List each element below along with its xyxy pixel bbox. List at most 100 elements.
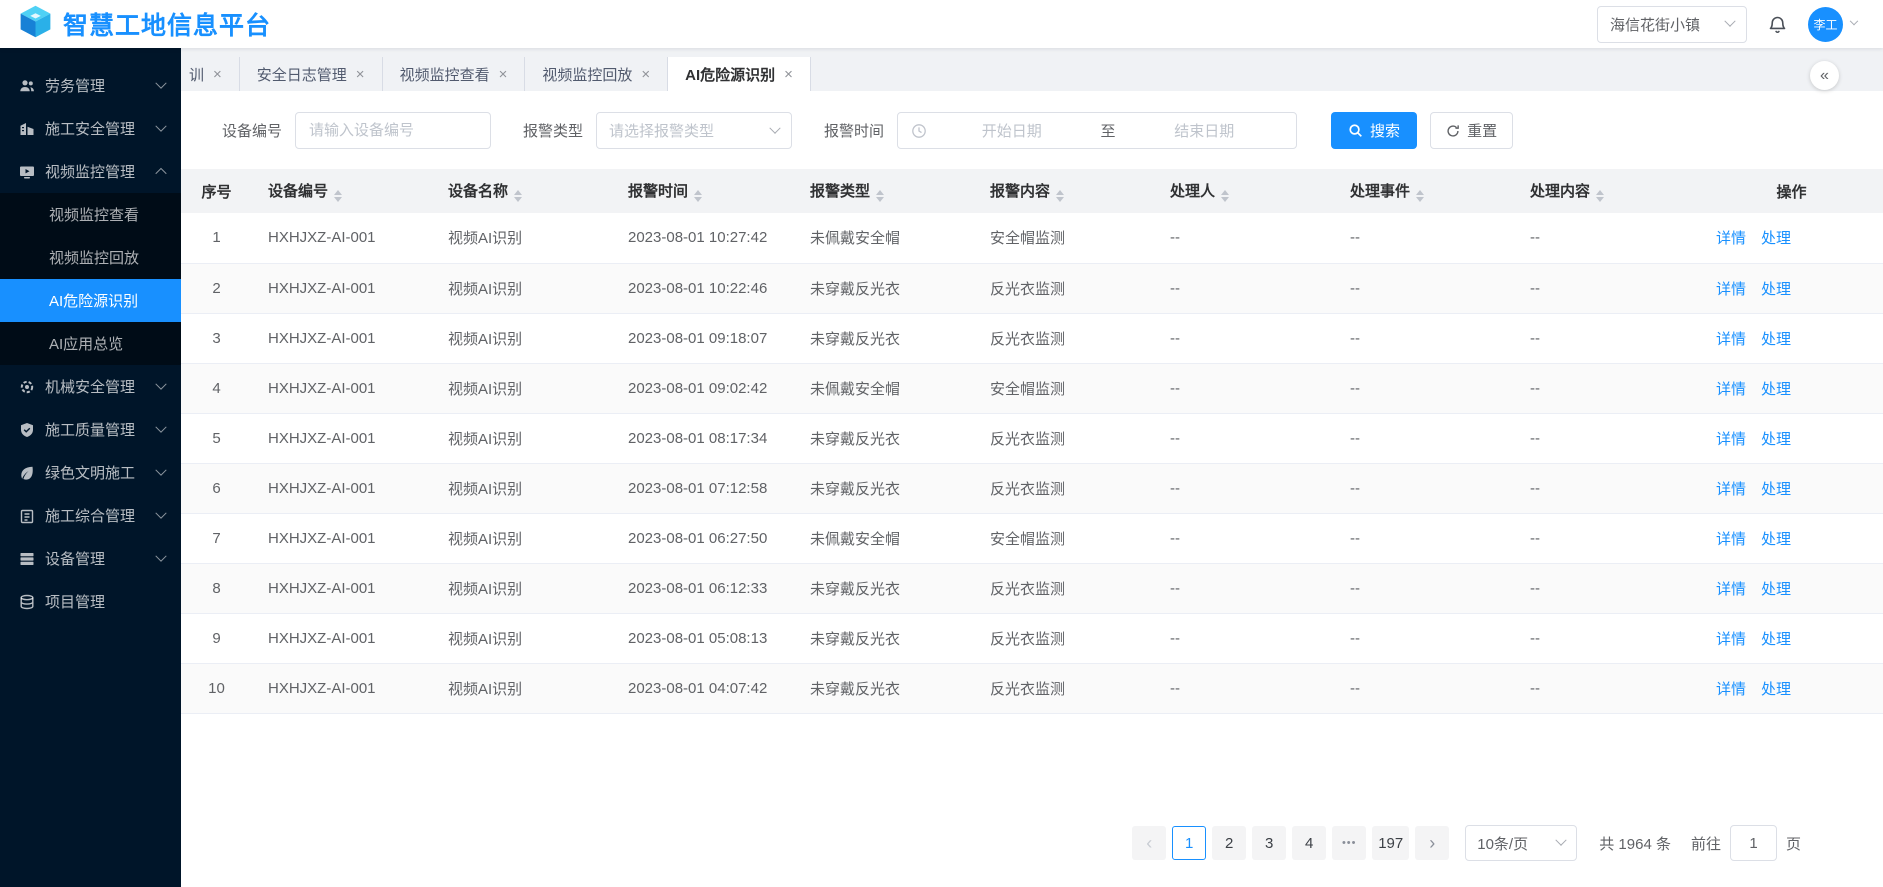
more-pages-icon[interactable]: ••• — [1332, 826, 1367, 860]
col-device-name[interactable]: 设备名称 — [432, 169, 612, 213]
page-size-select[interactable]: 10条/页 — [1465, 825, 1578, 861]
sidebar-item-quality-management[interactable]: 施工质量管理 — [0, 408, 181, 451]
alarm-time-label: 报警时间 — [824, 123, 885, 140]
tab-label: 安全日志管理 — [256, 66, 347, 84]
cell-handle-content: -- — [1514, 413, 1700, 464]
handle-link[interactable]: 处理 — [1761, 281, 1791, 298]
detail-link[interactable]: 详情 — [1716, 531, 1746, 548]
handle-link[interactable]: 处理 — [1761, 581, 1791, 598]
sort-icon[interactable] — [1056, 190, 1065, 202]
reset-button[interactable]: 重置 — [1430, 112, 1514, 149]
sidebar-subitem-ai-hazard-recognition[interactable]: AI危险源识别 — [0, 279, 181, 322]
tab-training[interactable]: 训 × — [181, 57, 240, 91]
page-button-2[interactable]: 2 — [1212, 826, 1247, 860]
sort-icon[interactable] — [334, 190, 343, 202]
col-alarm-time[interactable]: 报警时间 — [612, 169, 794, 213]
safety-icon — [19, 121, 35, 137]
detail-link[interactable]: 详情 — [1716, 230, 1746, 247]
handle-link[interactable]: 处理 — [1761, 331, 1791, 348]
video-monitoring-submenu: 视频监控查看 视频监控回放 AI危险源识别 AI应用总览 — [0, 193, 181, 365]
detail-link[interactable]: 详情 — [1716, 581, 1746, 598]
detail-link[interactable]: 详情 — [1716, 381, 1746, 398]
device-no-input[interactable] — [295, 112, 492, 149]
tab-video-playback[interactable]: 视频监控回放 × — [525, 57, 669, 91]
sidebar-subitem-video-playback[interactable]: 视频监控回放 — [0, 236, 181, 279]
detail-link[interactable]: 详情 — [1716, 331, 1746, 348]
tab-safety-log[interactable]: 安全日志管理 × — [239, 57, 383, 91]
handle-link[interactable]: 处理 — [1761, 381, 1791, 398]
chevron-down-icon — [155, 507, 167, 519]
col-alarm-content[interactable]: 报警内容 — [974, 169, 1154, 213]
page-button-3[interactable]: 3 — [1252, 826, 1287, 860]
cell-handler: -- — [1154, 213, 1334, 264]
page-button-197[interactable]: 197 — [1372, 826, 1410, 860]
alarm-type-select[interactable]: 请选择报警类型 — [596, 112, 793, 149]
sort-icon[interactable] — [1596, 190, 1605, 202]
detail-link[interactable]: 详情 — [1716, 281, 1746, 298]
detail-link[interactable]: 详情 — [1716, 681, 1746, 698]
cell-alarm-type: 未佩戴安全帽 — [794, 213, 974, 264]
cell-handle-content: -- — [1514, 263, 1700, 314]
page-button-1[interactable]: 1 — [1172, 826, 1207, 860]
close-icon[interactable]: × — [641, 67, 650, 82]
cell-index: 1 — [181, 213, 252, 264]
sidebar-item-comprehensive-management[interactable]: 施工综合管理 — [0, 494, 181, 537]
close-icon[interactable]: × — [784, 67, 793, 82]
cell-alarm-time: 2023-08-01 10:27:42 — [612, 213, 794, 264]
collapse-tabs-button[interactable]: « — [1810, 61, 1839, 90]
handle-link[interactable]: 处理 — [1761, 481, 1791, 498]
cell-alarm-content: 反光衣监测 — [974, 463, 1154, 514]
sidebar-item-labor-management[interactable]: 劳务管理 — [0, 64, 181, 107]
sidebar-item-machinery-safety[interactable]: 机械安全管理 — [0, 365, 181, 408]
detail-link[interactable]: 详情 — [1716, 431, 1746, 448]
cell-alarm-type: 未穿戴反光衣 — [794, 463, 974, 514]
handle-link[interactable]: 处理 — [1761, 230, 1791, 247]
handle-link[interactable]: 处理 — [1761, 531, 1791, 548]
handle-link[interactable]: 处理 — [1761, 431, 1791, 448]
col-handle-content[interactable]: 处理内容 — [1514, 169, 1700, 213]
sidebar-subitem-label: 视频监控查看 — [49, 207, 140, 224]
table-row: 6 HXHJXZ-AI-001 视频AI识别 2023-08-01 07:12:… — [181, 463, 1883, 514]
close-icon[interactable]: × — [356, 67, 365, 82]
col-device-no[interactable]: 设备编号 — [252, 169, 432, 213]
tab-video-view[interactable]: 视频监控查看 × — [382, 57, 526, 91]
green-icon — [19, 465, 35, 481]
col-handler[interactable]: 处理人 — [1154, 169, 1334, 213]
project-icon — [19, 594, 35, 610]
sidebar-subitem-ai-overview[interactable]: AI应用总览 — [0, 322, 181, 365]
cell-device-name: 视频AI识别 — [432, 563, 612, 614]
detail-link[interactable]: 详情 — [1716, 631, 1746, 648]
project-select[interactable]: 海信花街小镇 — [1597, 5, 1747, 43]
filter-alarm-time: 报警时间 开始日期 至 结束日期 — [824, 112, 1298, 149]
sidebar-subitem-video-view[interactable]: 视频监控查看 — [0, 193, 181, 236]
sidebar-item-green-civilized[interactable]: 绿色文明施工 — [0, 451, 181, 494]
date-range-picker[interactable]: 开始日期 至 结束日期 — [897, 112, 1298, 149]
sort-icon[interactable] — [514, 190, 523, 202]
sort-icon[interactable] — [1221, 190, 1230, 202]
search-button[interactable]: 搜索 — [1331, 112, 1418, 149]
sidebar-item-device-management[interactable]: 设备管理 — [0, 537, 181, 580]
prev-page-button[interactable]: ‹ — [1132, 826, 1167, 860]
handle-link[interactable]: 处理 — [1761, 681, 1791, 698]
close-icon[interactable]: × — [213, 67, 222, 82]
sort-icon[interactable] — [1416, 190, 1425, 202]
sidebar-item-project-management[interactable]: 项目管理 — [0, 580, 181, 623]
sidebar-item-construction-safety[interactable]: 施工安全管理 — [0, 107, 181, 150]
next-page-button[interactable]: › — [1415, 826, 1450, 860]
handle-link[interactable]: 处理 — [1761, 631, 1791, 648]
col-alarm-type[interactable]: 报警类型 — [794, 169, 974, 213]
cell-device-no: HXHJXZ-AI-001 — [252, 313, 432, 364]
goto-page-input[interactable] — [1729, 825, 1777, 861]
sidebar-item-video-monitoring[interactable]: 视频监控管理 — [0, 150, 181, 193]
page-button-4[interactable]: 4 — [1292, 826, 1327, 860]
user-menu[interactable]: 李工 — [1808, 6, 1859, 42]
col-handle-event[interactable]: 处理事件 — [1334, 169, 1514, 213]
sort-icon[interactable] — [694, 190, 703, 202]
close-icon[interactable]: × — [499, 67, 508, 82]
detail-link[interactable]: 详情 — [1716, 481, 1746, 498]
tab-ai-hazard-recognition[interactable]: AI危险源识别 × — [668, 57, 811, 91]
notification-bell-icon[interactable] — [1767, 14, 1788, 35]
sidebar-subitem-label: AI应用总览 — [49, 336, 124, 353]
cell-handle-event: -- — [1334, 663, 1514, 714]
sort-icon[interactable] — [876, 190, 885, 202]
